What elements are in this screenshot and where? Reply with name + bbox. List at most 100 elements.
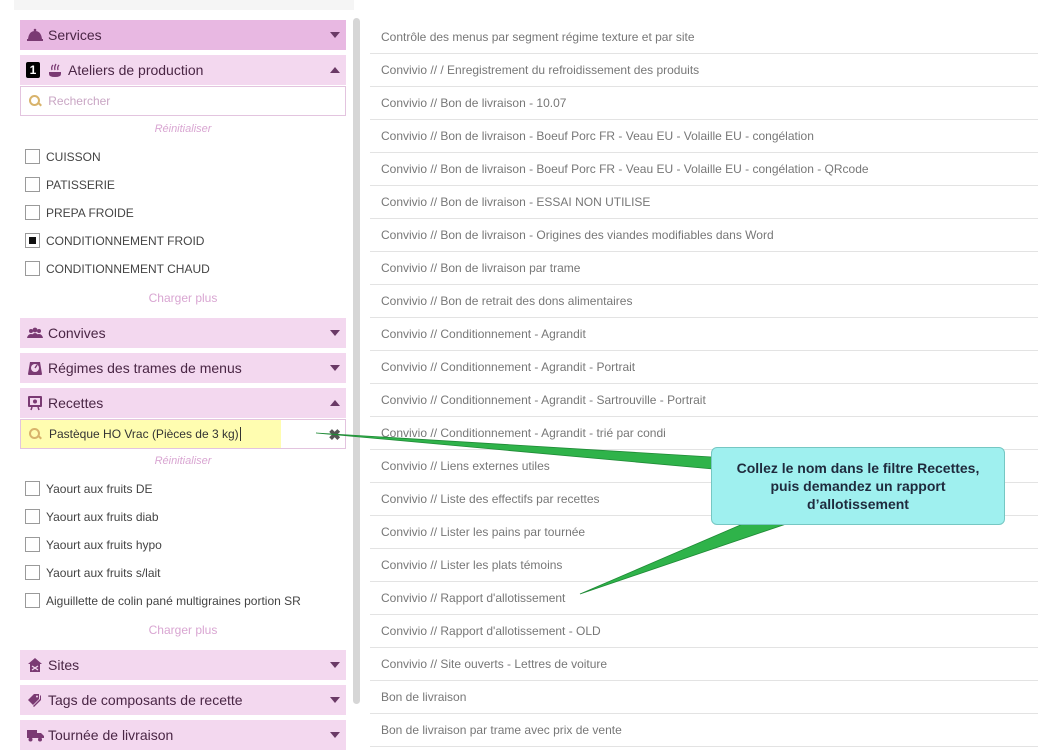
section-ateliers[interactable]: 1 Ateliers de production xyxy=(20,55,346,85)
selected-count-badge: 1 xyxy=(26,62,40,78)
chevron-down-icon xyxy=(330,732,340,738)
text-cursor xyxy=(239,427,241,442)
section-tournee-label: Tournée de livraison xyxy=(48,727,174,743)
checkbox[interactable] xyxy=(25,537,40,552)
section-regimes[interactable]: Régimes des trames de menus xyxy=(20,353,346,383)
ateliers-checkbox-item[interactable]: PATISSERIE xyxy=(25,177,115,192)
recettes-checkbox-item[interactable]: Yaourt aux fruits DE xyxy=(25,481,153,496)
section-ateliers-label: Ateliers de production xyxy=(68,62,204,78)
report-list-item[interactable]: Convivio // Bon de livraison - Boeuf Por… xyxy=(370,120,1038,153)
report-list-item[interactable]: Convivio // Rapport d'allotissement - OL… xyxy=(370,615,1038,648)
checkbox-label: Aiguillette de colin pané multigraines p… xyxy=(46,593,301,608)
ateliers-checkbox-item[interactable]: PREPA FROIDE xyxy=(25,205,134,220)
section-services[interactable]: Services xyxy=(20,20,346,50)
filter-sidebar: Services 1 Ateliers de production Réinit… xyxy=(0,0,355,754)
recettes-checkbox-item[interactable]: Yaourt aux fruits hypo xyxy=(25,537,162,552)
checkbox-label: CUISSON xyxy=(46,149,101,164)
checkbox[interactable] xyxy=(25,593,40,608)
section-recettes-label: Recettes xyxy=(48,395,104,411)
recettes-reset-link[interactable]: Réinitialiser xyxy=(20,455,346,467)
recettes-search-field[interactable]: Pastèque HO Vrac (Pièces de 3 kg) ✖ xyxy=(20,419,346,449)
section-recettes[interactable]: Recettes xyxy=(20,388,346,418)
cloche-icon xyxy=(26,26,44,44)
chevron-down-icon xyxy=(330,365,340,371)
chevron-up-icon xyxy=(330,67,340,73)
recettes-search-value: Pastèque HO Vrac (Pièces de 3 kg) xyxy=(49,426,239,441)
ateliers-load-more-link[interactable]: Charger plus xyxy=(20,291,346,305)
report-list-item[interactable]: Convivio // Rapport d'allotissement xyxy=(370,582,1038,615)
checkbox[interactable] xyxy=(25,565,40,580)
chevron-down-icon xyxy=(330,662,340,668)
chevron-up-icon xyxy=(330,400,340,406)
checkbox-label: Yaourt aux fruits hypo xyxy=(46,537,162,552)
ateliers-search-input[interactable] xyxy=(48,94,345,108)
checkbox-label: Yaourt aux fruits DE xyxy=(46,481,153,496)
report-list-item[interactable]: Contrôle des menus par segment régime te… xyxy=(370,20,1038,54)
tags-icon xyxy=(26,691,44,709)
section-convives-label: Convives xyxy=(48,325,106,341)
section-sites-label: Sites xyxy=(48,657,80,673)
recettes-checkbox-item[interactable]: Aiguillette de colin pané multigraines p… xyxy=(25,593,301,608)
report-list-item[interactable]: Bon de livraison par trame avec prix de … xyxy=(370,714,1038,747)
checkbox[interactable] xyxy=(25,481,40,496)
section-tags-label: Tags de composants de recette xyxy=(48,692,243,708)
chevron-down-icon xyxy=(330,330,340,336)
report-list-item[interactable]: Convivio // Bon de livraison - ESSAI NON… xyxy=(370,186,1038,219)
report-list-item[interactable]: Convivio // Conditionnement - Agrandit -… xyxy=(370,351,1038,384)
chevron-down-icon xyxy=(330,697,340,703)
callout-tooltip: Collez le nom dans le filtre Recettes, p… xyxy=(711,447,1005,525)
recettes-load-more-link[interactable]: Charger plus xyxy=(20,623,346,637)
report-list-item[interactable]: Convivio // / Enregistrement du refroidi… xyxy=(370,54,1038,87)
checkbox[interactable] xyxy=(25,509,40,524)
scale-icon xyxy=(26,359,44,377)
steaming-pot-icon xyxy=(46,61,64,79)
ateliers-checkbox-item[interactable]: CONDITIONNEMENT CHAUD xyxy=(25,261,210,276)
report-list-item[interactable]: Convivio // Bon de livraison par trame xyxy=(370,252,1038,285)
truck-icon xyxy=(26,726,44,744)
checkbox-label: CONDITIONNEMENT FROID xyxy=(46,233,205,248)
section-services-label: Services xyxy=(48,27,102,43)
checkbox-label: Yaourt aux fruits s/lait xyxy=(46,565,161,580)
section-convives[interactable]: Convives xyxy=(20,318,346,348)
checkbox[interactable] xyxy=(25,205,40,220)
report-list-item[interactable]: Convivio // Site ouverts - Lettres de vo… xyxy=(370,648,1038,681)
checkbox-label: PREPA FROIDE xyxy=(46,205,134,220)
checkbox-checked[interactable] xyxy=(25,233,40,248)
report-list: Contrôle des menus par segment régime te… xyxy=(370,20,1038,747)
report-list-item[interactable]: Convivio // Conditionnement - Agrandit -… xyxy=(370,417,1038,450)
people-group-icon xyxy=(26,324,44,342)
home-icon xyxy=(26,656,44,674)
report-list-item[interactable]: Bon de livraison xyxy=(370,681,1038,714)
report-list-item[interactable]: Convivio // Bon de livraison - Boeuf Por… xyxy=(370,153,1038,186)
checkbox[interactable] xyxy=(25,149,40,164)
ateliers-search-field[interactable] xyxy=(20,86,346,116)
search-icon xyxy=(29,95,41,107)
report-list-item[interactable]: Convivio // Conditionnement - Agrandit xyxy=(370,318,1038,351)
recettes-checkbox-item[interactable]: Yaourt aux fruits diab xyxy=(25,509,159,524)
report-list-item[interactable]: Convivio // Conditionnement - Agrandit -… xyxy=(370,384,1038,417)
callout-text: Collez le nom dans le filtre Recettes, p… xyxy=(736,460,980,512)
recettes-search-input[interactable]: Pastèque HO Vrac (Pièces de 3 kg) xyxy=(49,427,241,442)
ateliers-checkbox-item[interactable]: CUISSON xyxy=(25,149,101,164)
sidebar-scrollbar[interactable] xyxy=(353,18,360,704)
chevron-down-icon xyxy=(330,32,340,38)
section-regimes-label: Régimes des trames de menus xyxy=(48,360,242,376)
section-tournee[interactable]: Tournée de livraison xyxy=(20,720,346,750)
clear-icon[interactable]: ✖ xyxy=(328,426,341,444)
sidebar-top-strip xyxy=(14,0,354,10)
section-tags[interactable]: Tags de composants de recette xyxy=(20,685,346,715)
report-list-item[interactable]: Convivio // Bon de retrait des dons alim… xyxy=(370,285,1038,318)
recettes-checkbox-item[interactable]: Yaourt aux fruits s/lait xyxy=(25,565,161,580)
report-list-item[interactable]: Convivio // Bon de livraison - 10.07 xyxy=(370,87,1038,120)
checkbox[interactable] xyxy=(25,261,40,276)
search-icon xyxy=(29,428,41,440)
checkbox[interactable] xyxy=(25,177,40,192)
checkbox-label: CONDITIONNEMENT CHAUD xyxy=(46,261,210,276)
checkbox-label: Yaourt aux fruits diab xyxy=(46,509,159,524)
section-sites[interactable]: Sites xyxy=(20,650,346,680)
ateliers-checkbox-item[interactable]: CONDITIONNEMENT FROID xyxy=(25,233,204,248)
report-list-item[interactable]: Convivio // Bon de livraison - Origines … xyxy=(370,219,1038,252)
report-list-item[interactable]: Convivio // Lister les plats témoins xyxy=(370,549,1038,582)
recipe-book-icon xyxy=(26,394,44,412)
ateliers-reset-link[interactable]: Réinitialiser xyxy=(20,123,346,135)
